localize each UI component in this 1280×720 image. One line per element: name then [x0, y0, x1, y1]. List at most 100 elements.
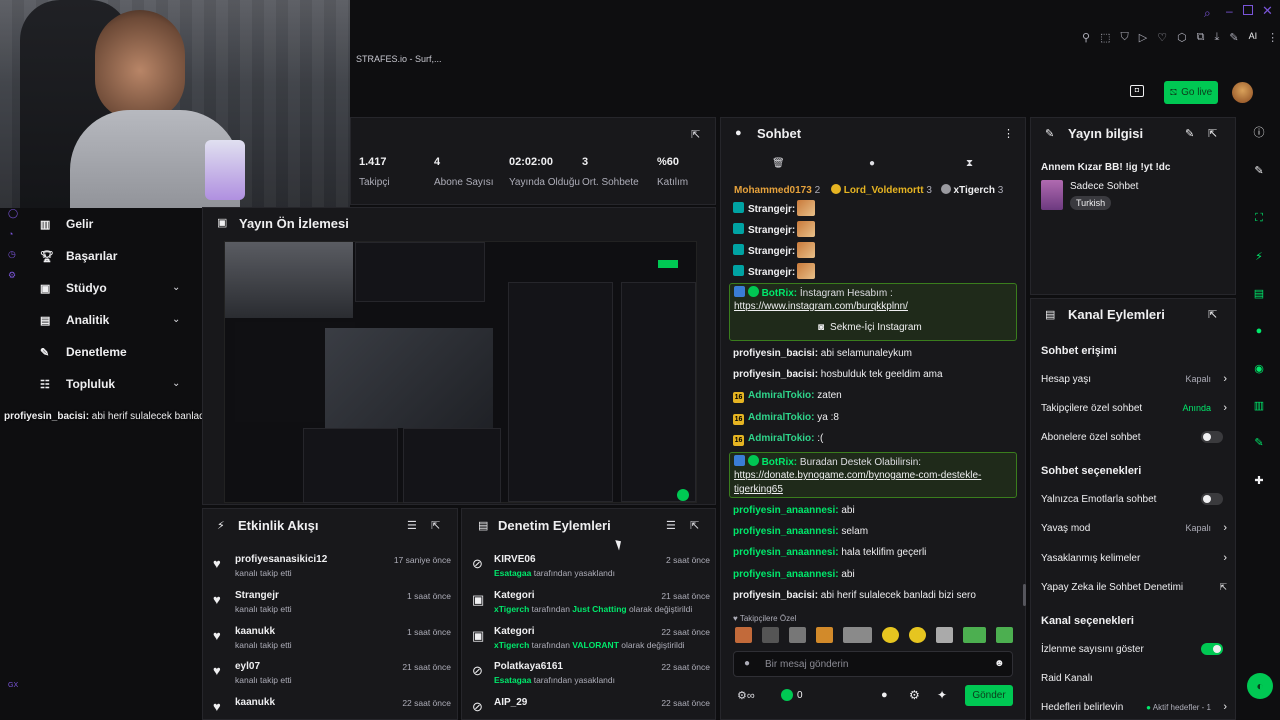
list-item[interactable]: ♥ kaanukk 22 saat önce	[211, 697, 451, 717]
list-item[interactable]: ♥ profiyesanasikici12 kanalı takip etti 17 …	[211, 554, 451, 590]
chat-bubble-icon[interactable]: ●	[881, 689, 888, 701]
chat-user[interactable]: Strangejr:	[748, 204, 795, 215]
chat-user[interactable]: profiyesin_anaannesi:	[733, 505, 839, 516]
chat-user[interactable]: BotRix:	[762, 288, 798, 299]
chat-user[interactable]: profiyesin_bacisi:	[733, 590, 818, 601]
popout-icon[interactable]: ⇱	[691, 128, 700, 141]
chat-scrollbar[interactable]	[1023, 584, 1026, 606]
browser-tab-title[interactable]: STRAFES.io - Surf,...	[356, 54, 442, 64]
chat-user[interactable]: Strangejr:	[748, 246, 795, 257]
setting-slow-mode[interactable]: Yavaş mod Kapalı ›	[1041, 520, 1227, 536]
popout-icon[interactable]: ⇱	[1208, 308, 1217, 321]
avatar[interactable]	[1232, 82, 1253, 103]
chevron-down-icon[interactable]: ⌄	[172, 378, 180, 389]
top-chatter[interactable]: Lord_Voldemortt	[844, 185, 924, 196]
sidebar-item-denetleme[interactable]: ✎ Denetleme	[40, 338, 127, 366]
minimize-icon[interactable]: –	[1226, 4, 1233, 18]
emoji-icon[interactable]: ☻	[994, 658, 1005, 669]
popout-icon[interactable]: ⇱	[690, 519, 699, 532]
mod-actor[interactable]: xTigerch	[494, 604, 529, 614]
emote-icon[interactable]	[908, 627, 927, 643]
chat-user[interactable]: profiyesin_bacisi:	[733, 348, 818, 359]
chat-link[interactable]: https://donate.bynogame.com/bynogame-com…	[734, 470, 981, 481]
chat-user[interactable]: profiyesin_anaannesi:	[733, 569, 839, 580]
list-item[interactable]: ▣ Kategori xTigerch tarafından VALORANT ol…	[470, 626, 710, 662]
chat-user[interactable]: BotRix:	[762, 457, 798, 468]
chat-user[interactable]: AdmiralTokio:	[748, 433, 814, 444]
restore-icon[interactable]	[1243, 5, 1253, 15]
subs-chat-toggle[interactable]	[1201, 431, 1223, 443]
chat-user[interactable]: profiyesin_bacisi:	[733, 369, 818, 380]
setting-ai-moderation[interactable]: Yapay Zeka ile Sohbet Denetimi ⇱	[1041, 579, 1227, 595]
play-icon[interactable]: ▷	[1139, 31, 1147, 44]
emote-icon[interactable]	[881, 627, 899, 643]
trash-icon[interactable]: 🗑︎	[772, 158, 785, 169]
list-item[interactable]: ♥ kaanukk kanalı takip etti 1 saat önce	[211, 626, 451, 662]
feed-user[interactable]: kaanukk	[235, 697, 275, 708]
preview-video[interactable]	[224, 241, 697, 503]
history-icon[interactable]: ◷	[8, 249, 20, 260]
heart-icon[interactable]: ♡	[1157, 31, 1167, 44]
emote-icon[interactable]	[816, 627, 834, 643]
edit-icon[interactable]: ✎	[1185, 127, 1194, 140]
streamer-mode-icon[interactable]: ◘	[1130, 85, 1144, 97]
settings-icon[interactable]: ⚙	[909, 688, 920, 702]
lightning-icon[interactable]: ⚡︎	[1248, 245, 1270, 267]
chat-link[interactable]: https://www.instagram.com/burqkkplnn/	[734, 301, 908, 312]
broadcast-icon[interactable]: ◉	[1248, 357, 1270, 379]
setting-followers-chat[interactable]: Takipçilere özel sohbet Anında ›	[1041, 400, 1227, 416]
setting-goals[interactable]: Hedefleri belirlevin ● Aktif hedefler - 1…	[1041, 699, 1227, 715]
ai-button[interactable]: AI	[1249, 31, 1258, 44]
setting-raid[interactable]: Raid Kanalı	[1041, 670, 1227, 686]
sidebar-item-topluluk[interactable]: ☷ Topluluk	[40, 370, 115, 398]
layout-icon[interactable]: ▥	[1248, 394, 1270, 416]
clock-icon[interactable]: ◔	[8, 229, 20, 239]
menu-icon[interactable]: ⋮	[1003, 127, 1014, 140]
popout-icon[interactable]: ⇱	[431, 519, 440, 532]
info-icon[interactable]: ⓘ	[1248, 121, 1270, 143]
emotes-icon[interactable]: ✦	[937, 688, 947, 702]
mod-target[interactable]: Kategori	[494, 590, 535, 601]
emote-icon[interactable]	[762, 627, 780, 643]
sidebar-item-basarilar[interactable]: 🏆︎ Başarılar	[40, 242, 117, 270]
screenshot-icon[interactable]: ⬚	[1100, 31, 1110, 44]
list-item[interactable]: ♥ Strangejr kanalı takip etti 1 saat önce	[211, 590, 451, 626]
chevron-down-icon[interactable]: ⌄	[172, 314, 180, 325]
emote-icon[interactable]	[936, 627, 954, 643]
emote-icon[interactable]	[843, 627, 872, 643]
pin-icon[interactable]: ⚲	[1082, 31, 1090, 44]
show-views-toggle[interactable]	[1201, 643, 1223, 655]
chat-bubble-icon[interactable]: ●	[869, 158, 875, 169]
sidebar-item-analitik[interactable]: ▤ Analitik	[40, 306, 109, 334]
emote-icon[interactable]	[789, 627, 807, 643]
wrench-icon[interactable]: ✎	[1248, 431, 1270, 453]
feed-user[interactable]: kaanukk	[235, 626, 275, 637]
list-item[interactable]: ▣ Kategori xTigerch tarafından Just Chatti…	[470, 590, 710, 626]
feed-user[interactable]: profiyesanasikici12	[235, 554, 327, 565]
top-chatter[interactable]: Mohammed0173	[734, 185, 812, 196]
pen-icon[interactable]: ✎	[1229, 31, 1238, 44]
list-item[interactable]: ⊘ Polatkaya6161 Esatagaa tarafından yasakl…	[470, 661, 710, 697]
mod-actor[interactable]: xTigerch	[494, 640, 529, 650]
emote-only-toggle[interactable]	[1201, 493, 1223, 505]
instagram-button[interactable]: ◙ Sekme-İçi Instagram	[818, 322, 922, 333]
edit-icon[interactable]: ✎	[1248, 159, 1270, 181]
chat-input[interactable]: ● Bir mesaj gönderin ☻	[733, 651, 1013, 677]
hourglass-icon[interactable]: ⧗	[966, 158, 973, 169]
settings-icon[interactable]: ⚙	[8, 270, 20, 281]
circle-icon[interactable]: ◯	[8, 208, 20, 219]
chat-user[interactable]: Strangejr:	[748, 267, 795, 278]
mod-target[interactable]: AIP_29	[494, 697, 527, 708]
setting-banned-words[interactable]: Yasaklanmış kelimeler ›	[1041, 550, 1227, 566]
close-icon[interactable]: ✕	[1262, 3, 1273, 19]
list-item[interactable]: ⊘ KIRVE06 Esatagaa tarafından yasaklandı 2 …	[470, 554, 710, 590]
filter-icon[interactable]: ☰	[407, 519, 417, 532]
emote-icon[interactable]	[963, 627, 986, 643]
fullscreen-icon[interactable]: ⛶	[1248, 207, 1270, 229]
box-icon[interactable]: ⬡	[1177, 31, 1187, 44]
download-icon[interactable]: ⤓	[1215, 31, 1220, 44]
chat-user[interactable]: AdmiralTokio:	[748, 390, 814, 401]
mod-target[interactable]: Polatkaya6161	[494, 661, 563, 672]
search-icon[interactable]: ⌕	[1204, 6, 1211, 21]
chat-user[interactable]: profiyesin_anaannesi:	[733, 526, 839, 537]
